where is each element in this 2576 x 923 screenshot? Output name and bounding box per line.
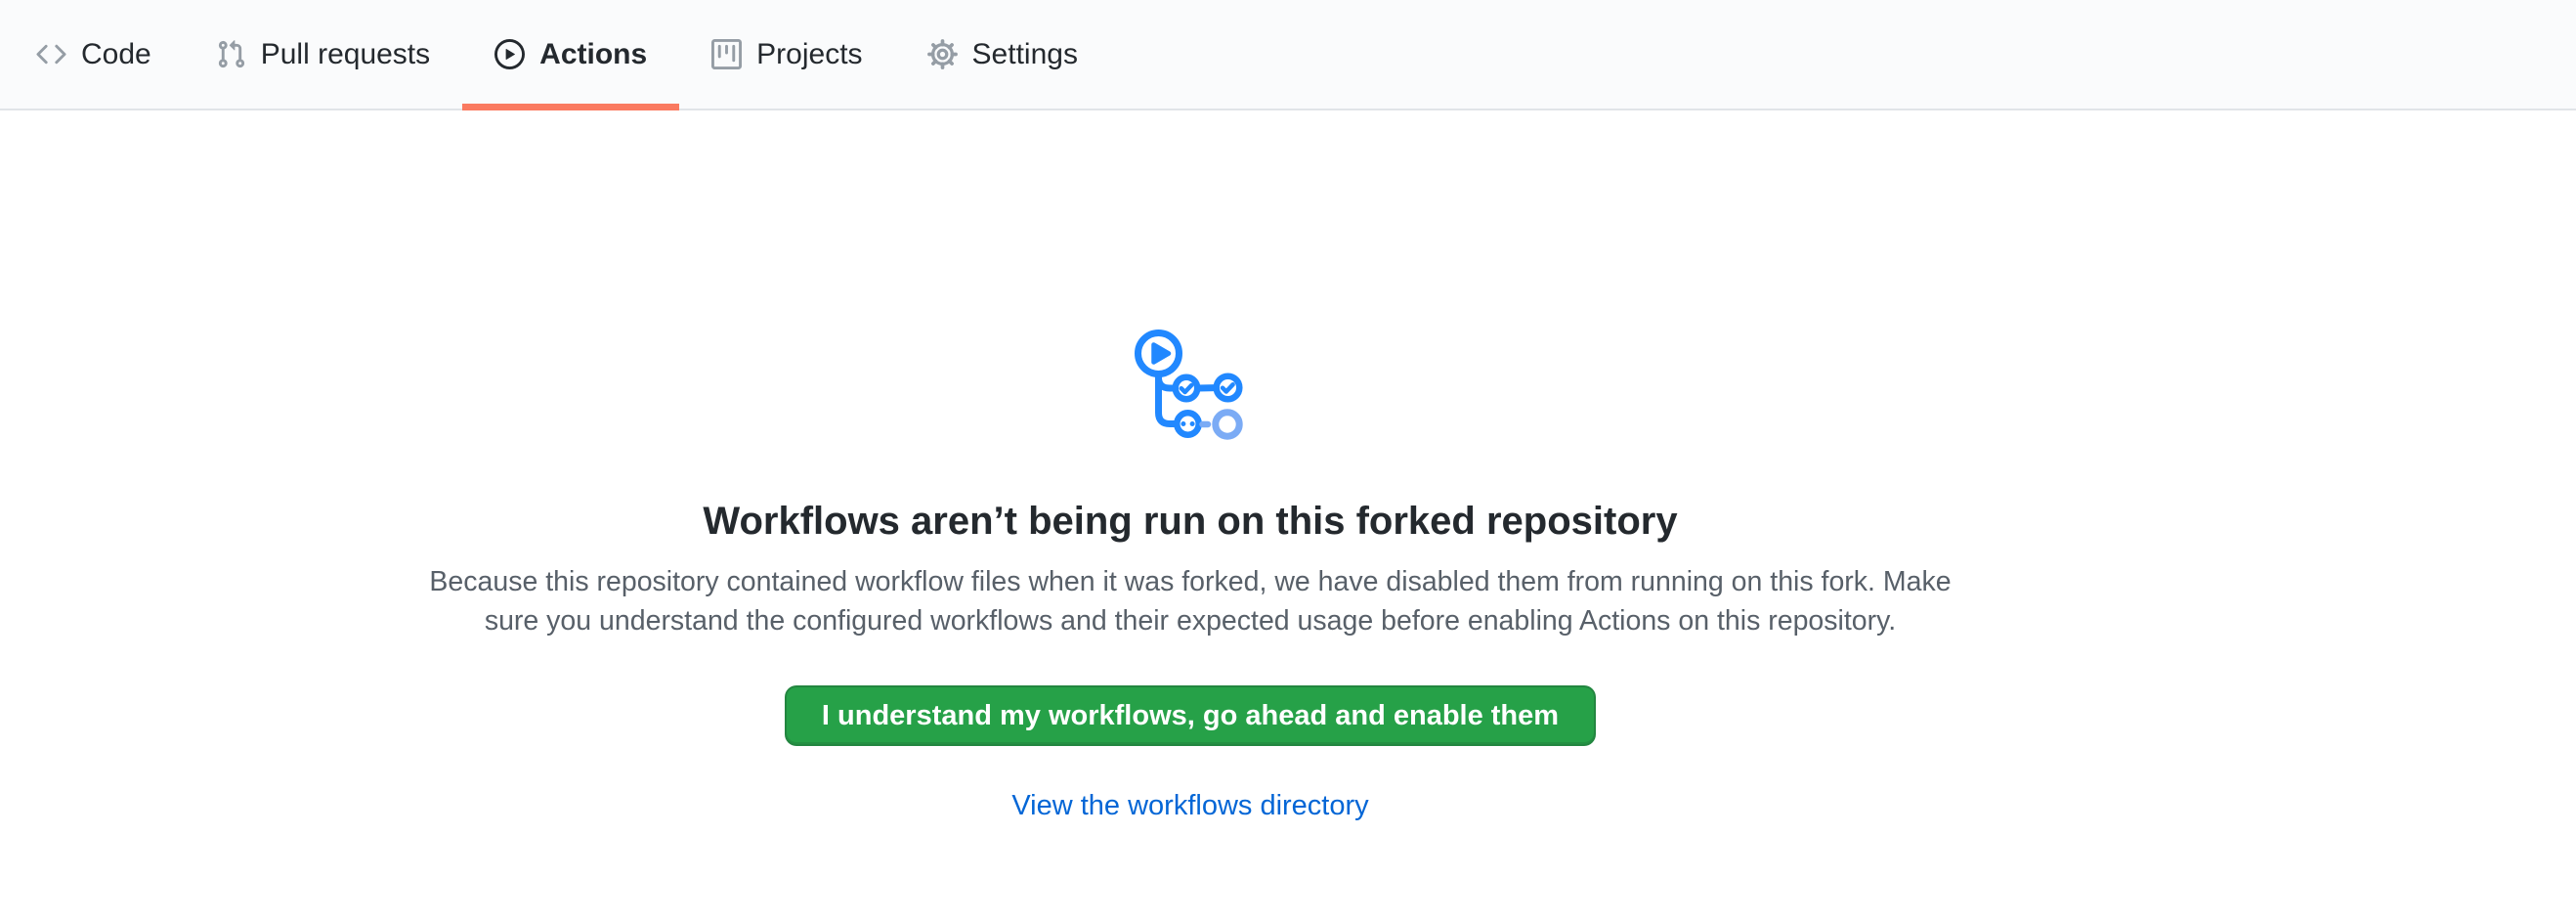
project-icon (711, 39, 742, 69)
enable-workflows-button[interactable]: I understand my workflows, go ahead and … (785, 685, 1596, 746)
tab-pull-requests-label: Pull requests (261, 40, 430, 69)
code-icon (36, 39, 66, 69)
actions-workflow-icon (1134, 329, 1247, 442)
workflows-link-row: View the workflows directory (0, 789, 2381, 822)
tab-code-label: Code (81, 40, 151, 69)
enable-button-row: I understand my workflows, go ahead and … (0, 640, 2381, 746)
view-workflows-directory-link[interactable]: View the workflows directory (1011, 790, 1368, 821)
tab-projects-label: Projects (756, 40, 862, 69)
actions-blankslate: Workflows aren’t being run on this forke… (0, 110, 2381, 822)
tab-projects[interactable]: Projects (679, 0, 894, 109)
tab-code[interactable]: Code (4, 0, 184, 109)
blankslate-description: Because this repository contained workfl… (399, 562, 1982, 640)
repo-tab-nav: Code Pull requests Actions Projects (0, 0, 2576, 110)
tab-actions-label: Actions (539, 40, 647, 69)
tab-settings[interactable]: Settings (895, 0, 1110, 109)
tab-settings-label: Settings (972, 40, 1078, 69)
play-circle-icon (494, 39, 525, 69)
blankslate-heading: Workflows aren’t being run on this forke… (0, 498, 2381, 545)
pull-request-icon (216, 39, 246, 69)
gear-icon (927, 39, 958, 69)
tab-pull-requests[interactable]: Pull requests (184, 0, 462, 109)
tab-actions[interactable]: Actions (462, 0, 679, 109)
